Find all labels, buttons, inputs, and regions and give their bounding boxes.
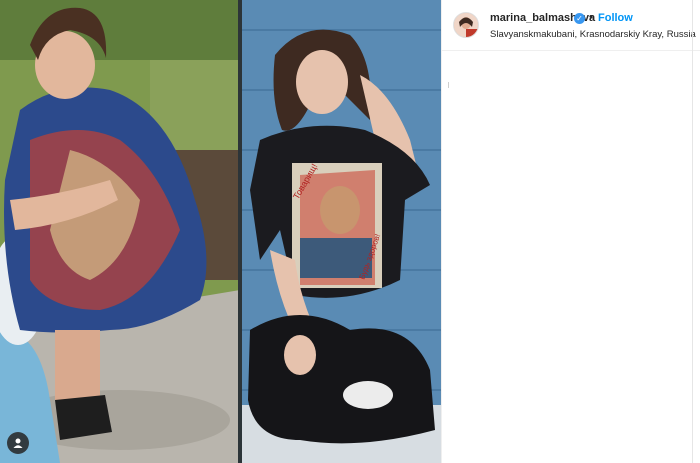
photo-divider — [238, 0, 242, 463]
avatar[interactable] — [453, 12, 479, 38]
separator-dot: • — [589, 11, 593, 23]
user-tag-icon[interactable] — [7, 432, 29, 454]
location-link[interactable]: Slavyanskmakubani, Krasnodarskiy Kray, R… — [490, 29, 696, 40]
verified-badge-icon: ✓ — [574, 13, 585, 24]
post-image[interactable]: Товарищ! Будь здоров! — [0, 0, 441, 463]
scroll-marker — [448, 82, 453, 88]
photo-before — [0, 0, 240, 463]
panel-edge — [692, 0, 693, 463]
post-header: marina_balmasheva ✓ • Follow Slavyanskma… — [442, 0, 700, 51]
follow-button[interactable]: Follow — [598, 12, 633, 24]
post-side-panel: marina_balmasheva ✓ • Follow Slavyanskma… — [441, 0, 700, 463]
photo-after: Товарищ! Будь здоров! — [240, 0, 441, 463]
